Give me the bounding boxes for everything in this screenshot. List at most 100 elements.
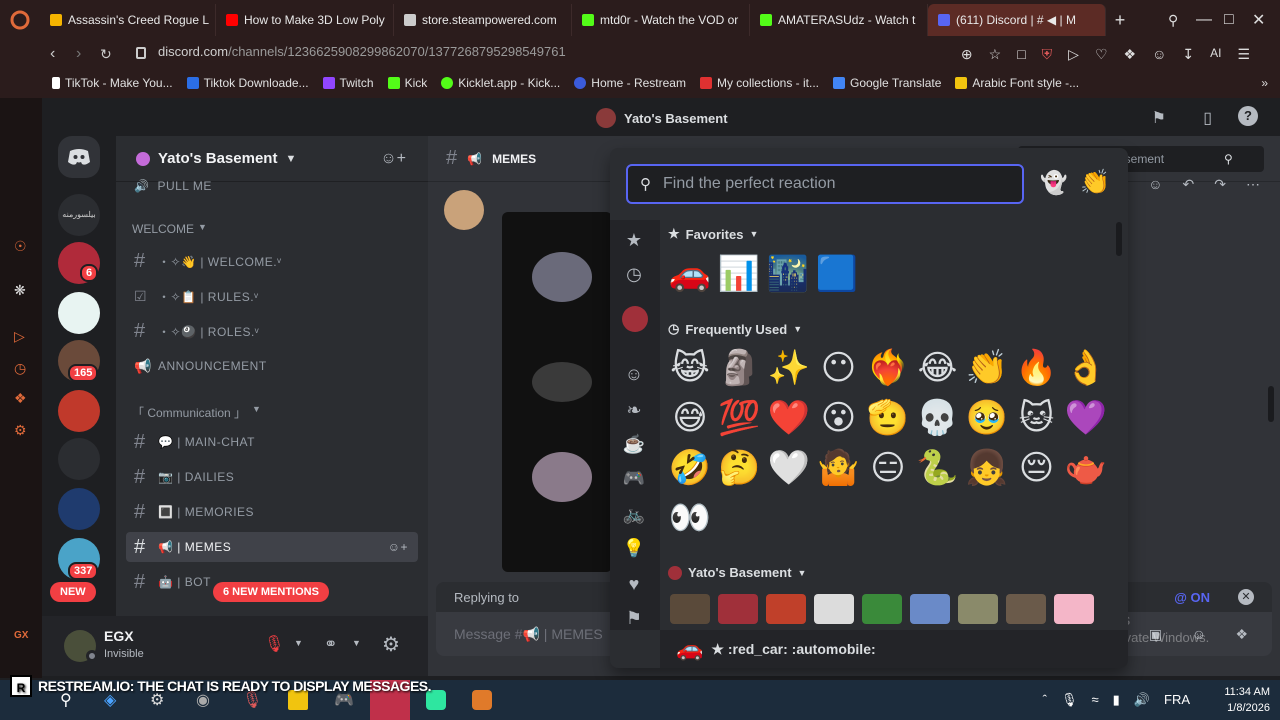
- server-emoji[interactable]: [814, 594, 854, 624]
- microphone-icon[interactable]: 🎙: [1061, 692, 1078, 708]
- server-icon-arabic[interactable]: بيلسورمنه: [58, 194, 100, 236]
- bookmark-google-translate[interactable]: Google Translate: [833, 76, 941, 90]
- frequent-emoji[interactable]: 💜: [1064, 396, 1108, 440]
- server-icon[interactable]: [58, 292, 100, 334]
- account-icon[interactable]: ☺: [1152, 46, 1166, 63]
- symbols-category-icon[interactable]: ♥: [622, 574, 646, 598]
- maximize-icon[interactable]: □: [1224, 11, 1252, 29]
- new-unreads-pill[interactable]: NEW: [50, 582, 96, 602]
- channel-roles[interactable]: # ・✧🎱 | ROLES.ᵛ: [126, 316, 418, 346]
- frequent-emoji[interactable]: 😂: [916, 346, 960, 390]
- objects-category-icon[interactable]: 💡: [622, 538, 646, 562]
- gx-icon[interactable]: GX: [14, 630, 30, 646]
- channel-partial[interactable]: 🔊 PULL ME: [126, 176, 418, 196]
- frequent-emoji[interactable]: 🤔: [718, 446, 762, 490]
- channel-announcement[interactable]: 📢 ANNOUNCEMENT: [126, 351, 418, 381]
- user-settings-icon[interactable]: ⚙: [382, 632, 400, 657]
- tab-discord[interactable]: (611) Discord | # ◀ | M: [928, 4, 1106, 36]
- frequent-emoji[interactable]: 👧: [965, 446, 1009, 490]
- category-communication[interactable]: 「 Communication 」 ▼: [132, 404, 261, 421]
- reply-icon[interactable]: ↶: [1183, 176, 1195, 193]
- server-emoji[interactable]: [910, 594, 950, 624]
- add-member-icon[interactable]: ☺+: [388, 540, 408, 554]
- people-category-icon[interactable]: ☺: [622, 364, 646, 388]
- mute-mic-icon[interactable]: 🎙: [264, 634, 284, 654]
- frequent-emoji[interactable]: 😹: [668, 346, 712, 390]
- minimize-icon[interactable]: —: [1196, 11, 1224, 29]
- forward-icon[interactable]: ›: [76, 45, 81, 63]
- favorite-emoji[interactable]: 🚗: [668, 252, 712, 296]
- ai-icon[interactable]: AI: [1210, 46, 1221, 63]
- frequent-emoji[interactable]: 🤷: [817, 446, 861, 490]
- channel-memes[interactable]: # 📢 | MEMES ☺+: [126, 532, 418, 562]
- frequent-emoji[interactable]: 🥹: [965, 396, 1009, 440]
- tab-assassins-creed[interactable]: Assassin's Creed Rogue L: [40, 4, 216, 36]
- travel-category-icon[interactable]: 🚲: [622, 504, 646, 528]
- message-author-avatar[interactable]: [444, 190, 484, 230]
- chevron-up-icon[interactable]: ˆ: [1043, 692, 1047, 708]
- food-category-icon[interactable]: ☕: [622, 434, 646, 458]
- cancel-reply-icon[interactable]: ✕: [1238, 589, 1254, 605]
- threads-icon[interactable]: ⚑: [1152, 108, 1166, 128]
- wifi-icon[interactable]: ≈: [1092, 692, 1099, 708]
- reload-icon[interactable]: ↻: [100, 46, 112, 63]
- frequent-emoji[interactable]: 😅: [668, 396, 712, 440]
- tab-kick-amaterasu[interactable]: AMATERASUdz - Watch t: [750, 4, 928, 36]
- help-icon[interactable]: ?: [1238, 106, 1258, 126]
- favorite-emoji[interactable]: 📊: [717, 252, 761, 296]
- mention-toggle[interactable]: @ ON: [1174, 590, 1210, 605]
- bookmark-collections[interactable]: My collections - it...: [699, 76, 819, 90]
- chatgpt-icon[interactable]: ❋: [14, 282, 30, 298]
- pin-icon[interactable]: ☆: [989, 46, 1002, 63]
- server-emoji[interactable]: [862, 594, 902, 624]
- frequent-emoji[interactable]: ❤️: [767, 396, 811, 440]
- close-window-icon[interactable]: ✕: [1252, 10, 1280, 30]
- server-emoji[interactable]: [1054, 594, 1094, 624]
- invite-people-icon[interactable]: ☺+: [380, 150, 406, 168]
- skin-tone-icon[interactable]: 👏: [1080, 168, 1110, 197]
- picker-scrollbar[interactable]: [1116, 222, 1122, 256]
- frequent-emoji[interactable]: 🐱: [1015, 396, 1059, 440]
- history-icon[interactable]: ◷: [14, 360, 30, 376]
- emoji-search-input[interactable]: [663, 175, 1003, 193]
- apps-icon[interactable]: ❖: [1235, 626, 1248, 643]
- flags-category-icon[interactable]: ⚑: [622, 608, 646, 632]
- battery-icon[interactable]: ▮: [1113, 692, 1120, 708]
- download-icon[interactable]: ↧: [1182, 46, 1194, 63]
- server-icon[interactable]: [58, 438, 100, 480]
- bookmark-twitch[interactable]: Twitch: [322, 76, 374, 90]
- opera-logo-icon[interactable]: [0, 4, 40, 36]
- tab-youtube[interactable]: How to Make 3D Low Poly: [216, 4, 394, 36]
- frequent-emoji[interactable]: ❤️‍🔥: [866, 346, 910, 390]
- server-emoji[interactable]: [958, 594, 998, 624]
- inbox-icon[interactable]: ▯: [1203, 108, 1212, 128]
- extensions-icon[interactable]: ❖: [1124, 46, 1137, 63]
- play-icon[interactable]: ▷: [1068, 46, 1079, 63]
- frequent-emoji[interactable]: 🫖: [1064, 446, 1108, 490]
- frequent-emoji[interactable]: ✨: [767, 346, 811, 390]
- frequent-emoji[interactable]: 💀: [916, 396, 960, 440]
- favorites-section-header[interactable]: ★ Favorites ▼: [668, 226, 758, 242]
- server-emoji[interactable]: [670, 594, 710, 624]
- new-mentions-pill[interactable]: 6 NEW MENTIONS: [213, 582, 329, 602]
- super-reaction-icon[interactable]: 👻: [1040, 170, 1067, 196]
- frequent-emoji[interactable]: 🔥: [1015, 346, 1059, 390]
- bookmark-kicklet[interactable]: Kicklet.app - Kick...: [441, 76, 560, 90]
- frequent-emoji[interactable]: 😑: [866, 446, 910, 490]
- bookmark-restream[interactable]: Home - Restream: [574, 76, 686, 90]
- category-welcome[interactable]: WELCOME ▼: [132, 222, 207, 236]
- media-app-icon[interactable]: [472, 690, 492, 710]
- scrollbar[interactable]: [1268, 386, 1274, 422]
- activities-category-icon[interactable]: 🎮: [622, 468, 646, 492]
- frequent-emoji[interactable]: 👀: [668, 496, 712, 540]
- shield-icon[interactable]: ⛨: [1042, 46, 1053, 63]
- discord-home-button[interactable]: [58, 136, 100, 178]
- frequent-emoji[interactable]: 🗿: [718, 346, 762, 390]
- channel-dailies[interactable]: # 📷 | DAILIES: [126, 462, 418, 492]
- heart-icon[interactable]: ♡: [1095, 46, 1108, 63]
- back-icon[interactable]: ‹: [50, 45, 55, 63]
- more-icon[interactable]: ⋯: [1246, 176, 1260, 193]
- frequent-emoji[interactable]: 🫡: [866, 396, 910, 440]
- bookmark-tiktok-downloader[interactable]: Tiktok Downloade...: [186, 76, 309, 90]
- frequent-emoji[interactable]: 😶: [817, 346, 861, 390]
